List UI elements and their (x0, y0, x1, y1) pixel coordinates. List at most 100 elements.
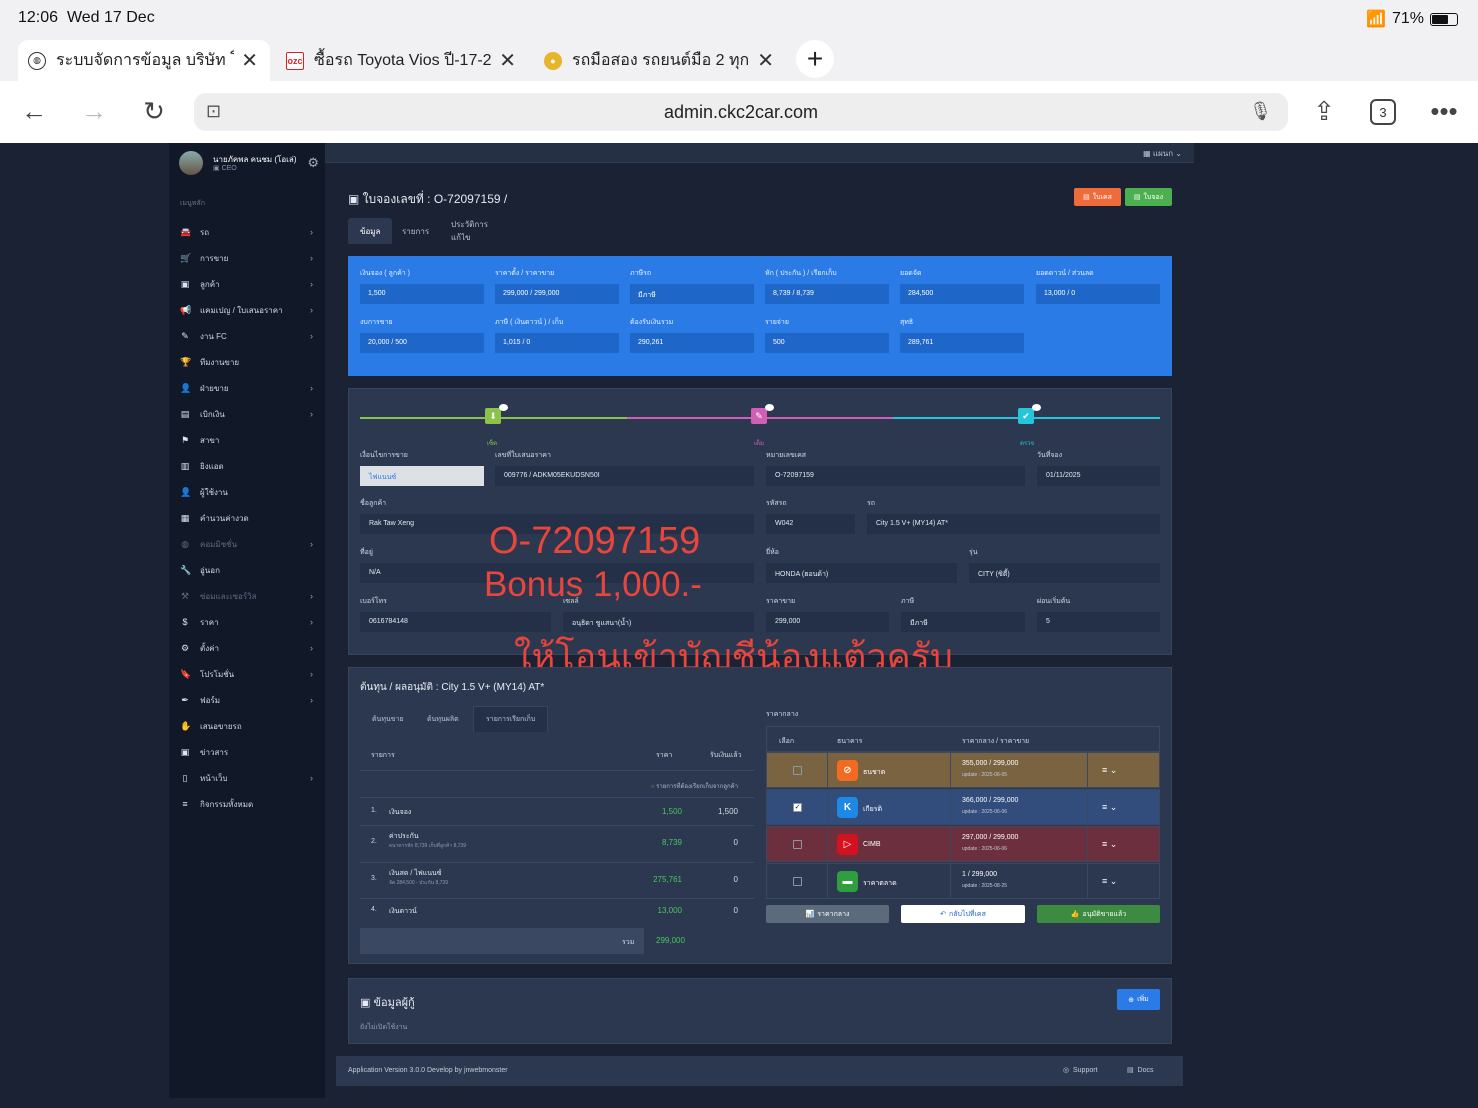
sidebar-item[interactable]: 🛒 การขาย › (169, 245, 325, 271)
tab-count-button[interactable]: 3 (1370, 99, 1396, 125)
detail-field-value[interactable]: O-72097159 (766, 466, 1025, 486)
summary-field-value[interactable]: 284,500 (900, 284, 1024, 304)
sidebar-item-label: หน้าเว็บ (200, 773, 228, 783)
sidebar-item[interactable]: ⚙ ตั้งค่า › (169, 635, 325, 661)
user-role: ▣ CEO (213, 165, 237, 172)
close-tab-icon[interactable]: ✕ (499, 48, 516, 73)
sidebar-item[interactable]: ◍ คอมมิชชั่น › (169, 531, 325, 557)
summary-field-value[interactable]: 1,500 (360, 284, 484, 304)
sidebar-item[interactable]: 🔧 อู่นอก (169, 557, 325, 583)
sidebar-item-label: คอมมิชชั่น (200, 539, 238, 549)
sidebar-item[interactable]: ✒ ฟอร์ม › (169, 687, 325, 713)
summary-field-value[interactable]: 20,000 / 500 (360, 333, 484, 353)
summary-field-value[interactable]: 13,000 / 0 (1036, 284, 1160, 304)
select-checkbox[interactable] (793, 766, 802, 775)
sidebar-item[interactable]: 🚘 รถ › (169, 219, 325, 245)
row-menu-icon[interactable]: ≡ ⌄ (1102, 839, 1117, 850)
select-checkbox[interactable]: ✓ (793, 803, 802, 812)
detail-field-value[interactable]: City 1.5 V+ (MY14) AT* (867, 514, 1160, 534)
tab-history[interactable]: ประวัติการแก้ไข (439, 218, 500, 244)
sidebar-item[interactable]: 👤 ผู้ใช้งาน (169, 479, 325, 505)
row-price: 1,500 (661, 807, 682, 816)
sidebar-item[interactable]: 🏆 ทีมงานขาย (169, 349, 325, 375)
detail-field-label: ราคาขาย (766, 598, 796, 605)
sidebar-item[interactable]: ▥ ยิงแอด (169, 453, 325, 479)
sidebar-item-label: ตั้งค่า (200, 643, 219, 653)
share-icon[interactable]: ⇪ (1308, 96, 1340, 127)
sidebar-item[interactable]: 🔖 โปรโมชั่น › (169, 661, 325, 687)
row-menu-icon[interactable]: ≡ ⌄ (1102, 765, 1117, 776)
sidebar-item[interactable]: ▯ หน้าเว็บ › (169, 765, 325, 791)
sidebar-item[interactable]: $ ราคา › (169, 609, 325, 635)
browser-tab-toyota[interactable]: ozc ซื้อรถ Toyota Vios ปี-17-2 ✕ (276, 40, 528, 81)
sidebar-item[interactable]: ⚒ ซ่อมและเซอร์วิส › (169, 583, 325, 609)
summary-field-value[interactable]: 299,000 / 299,000 (495, 284, 619, 304)
sidebar-item[interactable]: ✋ เสนอขายรถ (169, 713, 325, 739)
sidebar-item[interactable]: 📢 แคมเปญ / ใบเสนอราคา › (169, 297, 325, 323)
detail-field-value[interactable]: HONDA (ฮอนด้า) (766, 563, 957, 583)
detail-field-value[interactable]: CITY (ซิตี้) (969, 563, 1160, 583)
browser-tab-used-cars[interactable]: ● รถมือสอง รถยนต์มือ 2 ทุกยี่ ✕ (534, 40, 786, 81)
tab-items[interactable]: รายการ (390, 218, 441, 244)
forward-icon[interactable]: → (78, 96, 110, 127)
approve-sale-button[interactable]: 👍 อนุมัติขายแล้ว (1037, 905, 1160, 923)
sidebar-item[interactable]: ▦ คำนวนค่างวด (169, 505, 325, 531)
more-icon[interactable]: ••• (1428, 96, 1460, 127)
detail-field-value[interactable]: W042 (766, 514, 855, 534)
close-tab-icon[interactable]: ✕ (757, 48, 774, 73)
tab-production-cost[interactable]: ต้นทุนผลิต (415, 706, 471, 732)
select-checkbox[interactable] (793, 877, 802, 886)
summary-field-value[interactable]: 289,761 (900, 333, 1024, 353)
sidebar-item[interactable]: ✎ งาน FC › (169, 323, 325, 349)
summary-field: ยอดดาวน์ / ส่วนลด 13,000 / 0 (1036, 268, 1160, 304)
microphone-icon[interactable]: 🎙 (1249, 101, 1272, 122)
median-price-button[interactable]: 📊 ราคากลาง (766, 905, 889, 923)
sidebar-item[interactable]: ≡ กิจกรรมทั้งหมด (169, 791, 325, 817)
detail-field-label: รหัสรถ (766, 500, 787, 507)
summary-field-label: ต้องรับเงินรวม (630, 319, 674, 326)
detail-field: ยี่ห้อ HONDA (ฮอนด้า) (766, 547, 957, 583)
tab-info[interactable]: ข้อมูล (348, 218, 393, 244)
sidebar-item[interactable]: ▤ เบิกเงิน › (169, 401, 325, 427)
detail-field: ผ่อนเริ่มต้น 5 (1037, 596, 1160, 632)
feather-icon: ✒ (181, 694, 189, 705)
detail-field-value[interactable]: 5 (1037, 612, 1160, 632)
sidebar-item[interactable]: ⚑ สาขา (169, 427, 325, 453)
close-tab-icon[interactable]: ✕ (241, 48, 258, 73)
back-to-case-button[interactable]: ↶ กลับไปที่เคส (901, 905, 1025, 923)
browser-tab-admin[interactable]: ◍ ระบบจัดการข้อมูล บริษัท โช ✕ (18, 40, 270, 81)
department-dropdown[interactable]: ▦ แผนก ⌄ (1143, 147, 1182, 160)
row-menu-icon[interactable]: ≡ ⌄ (1102, 802, 1117, 813)
select-checkbox[interactable] (793, 840, 802, 849)
new-tab-button[interactable]: + (796, 40, 834, 78)
detail-field-value[interactable]: 009776 / ADKM05EKUDSN50I (495, 466, 754, 486)
address-bar[interactable]: ⊡ admin.ckc2car.com 🎙 (194, 93, 1288, 131)
summary-field-value[interactable]: มีภาษี (630, 284, 754, 304)
detail-field-value[interactable]: ไฟแนนซ์ (360, 466, 484, 486)
summary-field-value[interactable]: 290,261 (630, 333, 754, 353)
settings-gear-icon[interactable]: ⚙ (307, 155, 319, 171)
user-profile[interactable]: นายภัคพล คนชม (โอเล่) ▣ CEO ⚙ (179, 151, 319, 181)
detail-field: เงื่อนไขการขาย ไฟแนนซ์ (360, 450, 484, 486)
tab-sale-cost[interactable]: ต้นทุนขาย (360, 706, 416, 732)
row-menu-icon[interactable]: ≡ ⌄ (1102, 876, 1117, 887)
reload-icon[interactable]: ↻ (138, 96, 170, 127)
case-pdf-button[interactable]: ▤ ใบเคส (1074, 188, 1121, 206)
row-price: 275,761 (653, 875, 682, 884)
summary-field-value[interactable]: 8,739 / 8,739 (765, 284, 889, 304)
sidebar-item[interactable]: 👤 ฝ่ายขาย › (169, 375, 325, 401)
support-link[interactable]: ◎ Support (1063, 1066, 1098, 1074)
docs-link[interactable]: ▤ Docs (1127, 1066, 1153, 1074)
booking-pdf-button[interactable]: ▤ ใบจอง (1125, 188, 1172, 206)
app-footer: Application Version 3.0.0 Develop by jnw… (336, 1056, 1183, 1086)
hand-icon: ✋ (180, 720, 192, 731)
summary-field-value[interactable]: 1,015 / 0 (495, 333, 619, 353)
add-borrower-button[interactable]: ⊕ เพิ่ม (1117, 989, 1160, 1010)
sidebar-item[interactable]: ▣ ลูกค้า › (169, 271, 325, 297)
tab-collection-items[interactable]: รายการเรียกเก็บ (473, 706, 549, 732)
sidebar-item[interactable]: ▣ ข่าวสาร (169, 739, 325, 765)
summary-field-value[interactable]: 500 (765, 333, 889, 353)
detail-field-value[interactable]: 01/11/2025 (1037, 466, 1160, 486)
back-icon[interactable]: ← (18, 96, 50, 127)
bank-table-header: เลือก ธนาคาร ราคากลาง / ราคาขาย (766, 726, 1160, 752)
